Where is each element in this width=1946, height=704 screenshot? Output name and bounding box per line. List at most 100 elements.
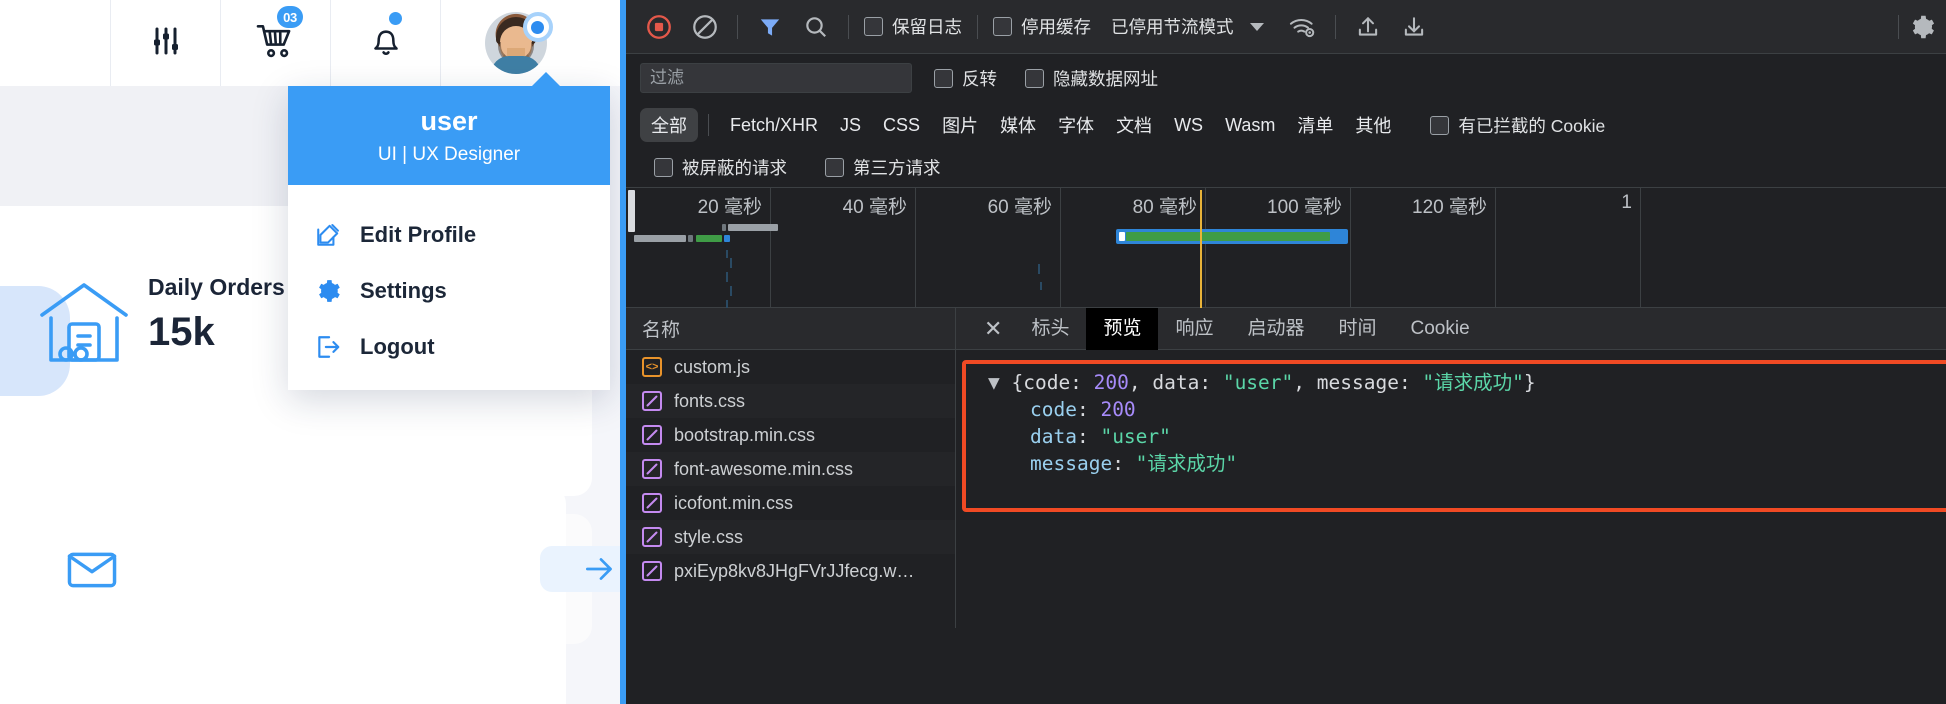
overview-tick-label: 120 毫秒 <box>1412 197 1487 218</box>
import-har-icon[interactable] <box>1345 7 1391 47</box>
type-chip-other[interactable]: 其他 <box>1344 108 1402 142</box>
blocked-cookies-checkbox[interactable]: 有已拦截的 Cookie <box>1424 113 1611 138</box>
network-overview-timeline[interactable]: 20 毫秒 40 毫秒 60 毫秒 80 毫秒 100 毫秒 120 毫秒 1 <box>626 188 1946 308</box>
overview-playhead <box>1200 190 1202 308</box>
menu-item-settings[interactable]: Settings <box>288 263 610 319</box>
record-stop-button[interactable] <box>636 7 682 47</box>
json-row-message: message: "请求成功" <box>1030 451 1238 475</box>
notifications-button[interactable] <box>330 0 440 86</box>
gear-icon[interactable] <box>1908 7 1936 47</box>
profile-role: UI | UX Designer <box>377 143 521 165</box>
request-name: style.css <box>674 526 744 547</box>
overview-tick-label: 100 毫秒 <box>1267 197 1342 218</box>
request-name: custom.js <box>674 356 751 377</box>
table-row[interactable]: icofont.min.css <box>626 486 955 520</box>
profile-name: user <box>420 106 478 137</box>
tab-timing[interactable]: 时间 <box>1322 308 1394 350</box>
search-icon[interactable] <box>793 7 839 47</box>
menu-item-edit-profile[interactable]: Edit Profile <box>288 207 610 263</box>
throttling-value[interactable]: 已停用节流模式 <box>1111 14 1234 39</box>
filter-icon[interactable] <box>747 7 793 47</box>
chevron-down-icon[interactable] <box>1249 22 1264 31</box>
disable-cache-checkbox[interactable]: 停用缓存 <box>987 14 1097 39</box>
type-chip-manifest[interactable]: 清单 <box>1286 108 1344 142</box>
close-icon[interactable]: ✕ <box>972 308 1014 350</box>
more-filters-bar: 被屏蔽的请求 第三方请求 <box>626 148 1946 188</box>
request-name: font-awesome.min.css <box>674 458 854 479</box>
hide-data-urls-checkbox[interactable]: 隐藏数据网址 <box>1019 66 1164 91</box>
overview-col: 40 毫秒 <box>771 188 916 307</box>
toolbar-divider-4 <box>1334 14 1336 39</box>
profile-menu-items: Edit Profile Settings Logout <box>288 185 610 375</box>
table-row[interactable]: font-awesome.min.css <box>626 452 955 486</box>
table-row[interactable]: style.css <box>626 520 955 554</box>
third-party-checkbox[interactable]: 第三方请求 <box>819 155 947 180</box>
filter-input[interactable] <box>640 63 912 93</box>
type-chip-css[interactable]: CSS <box>872 111 931 140</box>
type-chip-ws[interactable]: WS <box>1163 111 1214 140</box>
blocked-requests-checkbox[interactable]: 被屏蔽的请求 <box>648 155 793 180</box>
resource-type-filters: 全部 Fetch/XHR JS CSS 图片 媒体 字体 文档 WS Wasm … <box>626 102 1946 148</box>
type-chip-wasm[interactable]: Wasm <box>1214 111 1286 140</box>
table-row[interactable]: <> custom.js <box>626 350 955 384</box>
clear-icon[interactable] <box>682 7 728 47</box>
edit-icon <box>314 221 342 249</box>
requests-list-pane: 名称 <> custom.js fonts.css bootstrap.min.… <box>626 308 956 628</box>
json-summary-data: "user" <box>1222 371 1294 394</box>
json-summary-p2: , data: <box>1128 371 1223 394</box>
menu-item-logout[interactable]: Logout <box>288 319 610 375</box>
toolbar-divider-2 <box>848 14 849 39</box>
type-chip-font[interactable]: 字体 <box>1047 108 1105 142</box>
invert-label: 反转 <box>962 68 997 89</box>
overview-left-handle[interactable] <box>628 190 635 232</box>
overview-ticklet <box>730 286 732 296</box>
export-har-icon[interactable] <box>1391 7 1437 47</box>
send-button[interactable] <box>540 546 620 592</box>
checkbox-box <box>993 17 1012 36</box>
overview-col: 80 毫秒 <box>1061 188 1206 307</box>
invert-checkbox[interactable]: 反转 <box>928 66 1003 91</box>
requests-column-header[interactable]: 名称 <box>626 308 955 350</box>
json-summary-code: 200 <box>1093 371 1129 394</box>
hide-data-urls-label: 隐藏数据网址 <box>1053 68 1158 89</box>
overview-bar <box>634 235 686 242</box>
cart-button[interactable]: 03 <box>220 0 330 86</box>
overview-tick-label: 40 毫秒 <box>842 197 907 218</box>
menu-item-logout-label: Logout <box>360 334 435 359</box>
table-row[interactable]: fonts.css <box>626 384 955 418</box>
type-chip-all[interactable]: 全部 <box>640 108 698 142</box>
overview-ticklet <box>1038 264 1040 274</box>
json-key-data: data <box>1030 424 1077 448</box>
overview-bar <box>724 235 730 242</box>
gear-icon <box>314 277 342 305</box>
table-row[interactable]: pxiEyp8kv8JHgFVrJJfecg.w… <box>626 554 955 588</box>
overview-ticklet <box>726 272 728 282</box>
type-chip-fetch-xhr[interactable]: Fetch/XHR <box>719 111 829 140</box>
css-file-icon <box>642 527 662 547</box>
json-summary-row[interactable]: ▼ {code: 200, data: "user", message: "请求… <box>988 370 1946 397</box>
bell-icon <box>369 23 403 64</box>
table-row[interactable]: bootstrap.min.css <box>626 418 955 452</box>
type-chip-js[interactable]: JS <box>829 111 872 140</box>
tab-cookies[interactable]: Cookie <box>1394 308 1487 350</box>
avatar-button[interactable] <box>440 0 590 86</box>
request-name: bootstrap.min.css <box>674 424 816 445</box>
tab-preview[interactable]: 预览 <box>1086 307 1159 350</box>
expand-triangle-icon[interactable]: ▼ <box>988 371 1011 394</box>
tab-response[interactable]: 响应 <box>1158 308 1230 350</box>
network-conditions-icon[interactable] <box>1280 7 1326 47</box>
daily-orders-icon <box>36 276 132 377</box>
preserve-log-checkbox[interactable]: 保留日志 <box>858 14 968 39</box>
json-row-code: code: 200 <box>1030 397 1136 421</box>
overview-bar-segment <box>1331 232 1345 241</box>
blocked-cookies-label: 有已拦截的 Cookie <box>1458 115 1606 136</box>
json-preview-tree: ▼ {code: 200, data: "user", message: "请求… <box>956 350 1946 478</box>
tab-headers[interactable]: 标头 <box>1014 308 1086 350</box>
tab-initiator[interactable]: 启动器 <box>1230 308 1321 350</box>
equalizer-button[interactable] <box>110 0 220 86</box>
type-chip-media[interactable]: 媒体 <box>989 108 1047 142</box>
type-chip-img[interactable]: 图片 <box>931 108 989 142</box>
daily-orders-label: Daily Orders <box>148 274 285 300</box>
type-chip-doc[interactable]: 文档 <box>1105 108 1163 142</box>
